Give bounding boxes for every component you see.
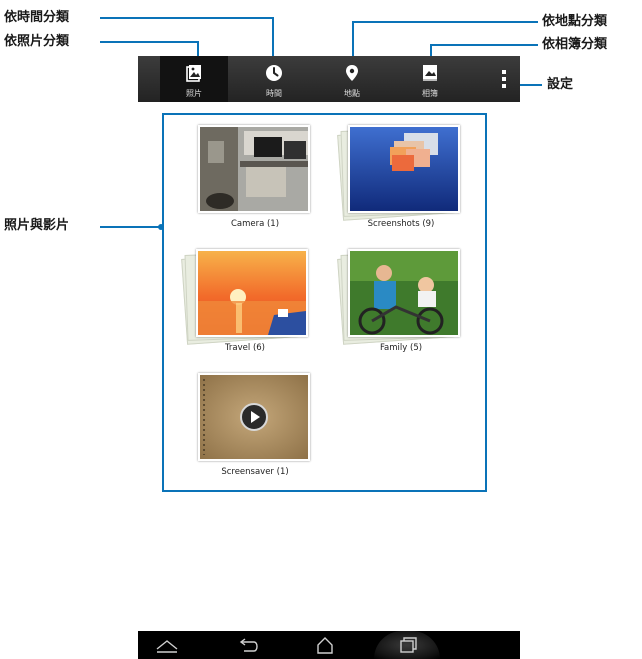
overflow-menu-button[interactable] bbox=[500, 70, 508, 90]
album-family-label: Family (5) bbox=[379, 343, 423, 353]
album-screenshots[interactable]: Screenshots (9) bbox=[336, 125, 466, 235]
system-navigation-bar bbox=[138, 631, 520, 659]
home-up-icon bbox=[156, 640, 178, 653]
callout-by-album: 依相簿分類 bbox=[542, 37, 608, 52]
callout-by-time: 依時間分類 bbox=[4, 10, 70, 25]
recents-icon bbox=[400, 637, 417, 653]
location-pin-icon bbox=[346, 65, 358, 81]
photos-videos-grid: Camera (1) Screenshots (9) Travel (6) Fa… bbox=[162, 113, 487, 492]
album-family[interactable]: Family (5) bbox=[336, 249, 466, 359]
album-travel-label: Travel (6) bbox=[224, 343, 265, 353]
gallery-tab-bar: 照片 時間 地點 相簿 bbox=[138, 56, 520, 102]
callout-line-by-location bbox=[353, 21, 538, 23]
recents-button[interactable] bbox=[392, 635, 422, 655]
tab-time[interactable]: 時間 bbox=[240, 56, 308, 102]
tab-album-label: 相簿 bbox=[422, 89, 438, 98]
callout-settings: 設定 bbox=[547, 77, 574, 92]
callout-line-by-photo bbox=[100, 41, 198, 43]
tab-time-label: 時間 bbox=[266, 89, 282, 98]
back-button[interactable] bbox=[232, 635, 262, 655]
album-screensaver-thumbnail bbox=[198, 373, 310, 461]
home-icon bbox=[317, 637, 333, 654]
album-camera[interactable]: Camera (1) bbox=[190, 125, 320, 235]
overflow-dot-icon bbox=[502, 70, 506, 74]
album-icon bbox=[423, 65, 437, 81]
album-family-thumbnail bbox=[348, 249, 460, 337]
home-up-button[interactable] bbox=[152, 635, 182, 655]
tab-location-label: 地點 bbox=[344, 89, 360, 98]
album-camera-thumbnail bbox=[198, 125, 310, 213]
callout-by-location: 依地點分類 bbox=[542, 14, 608, 29]
callout-line-by-time bbox=[100, 17, 273, 19]
album-screenshots-label: Screenshots (9) bbox=[367, 219, 435, 229]
album-screenshots-thumbnail bbox=[348, 125, 460, 213]
album-screensaver[interactable]: Screensaver (1) bbox=[190, 373, 320, 483]
back-icon bbox=[239, 638, 258, 652]
callout-line-by-album bbox=[431, 44, 538, 46]
overflow-dot-icon bbox=[502, 77, 506, 81]
overflow-dot-icon bbox=[502, 84, 506, 88]
home-button[interactable] bbox=[310, 635, 340, 655]
photo-icon bbox=[186, 65, 201, 82]
album-travel[interactable]: Travel (6) bbox=[180, 249, 310, 359]
album-screensaver-label: Screensaver (1) bbox=[221, 467, 289, 477]
tab-location[interactable]: 地點 bbox=[318, 56, 386, 102]
callout-by-photo: 依照片分類 bbox=[4, 34, 70, 49]
play-icon bbox=[240, 403, 268, 431]
album-travel-thumbnail bbox=[196, 249, 308, 337]
callout-photos-videos: 照片與影片 bbox=[4, 218, 70, 233]
clock-icon bbox=[266, 65, 282, 81]
album-camera-label: Camera (1) bbox=[230, 219, 280, 229]
tab-photos[interactable]: 照片 bbox=[160, 56, 228, 102]
tab-album[interactable]: 相簿 bbox=[396, 56, 464, 102]
tab-photos-label: 照片 bbox=[186, 89, 202, 98]
callout-line-photos-videos bbox=[100, 226, 162, 228]
